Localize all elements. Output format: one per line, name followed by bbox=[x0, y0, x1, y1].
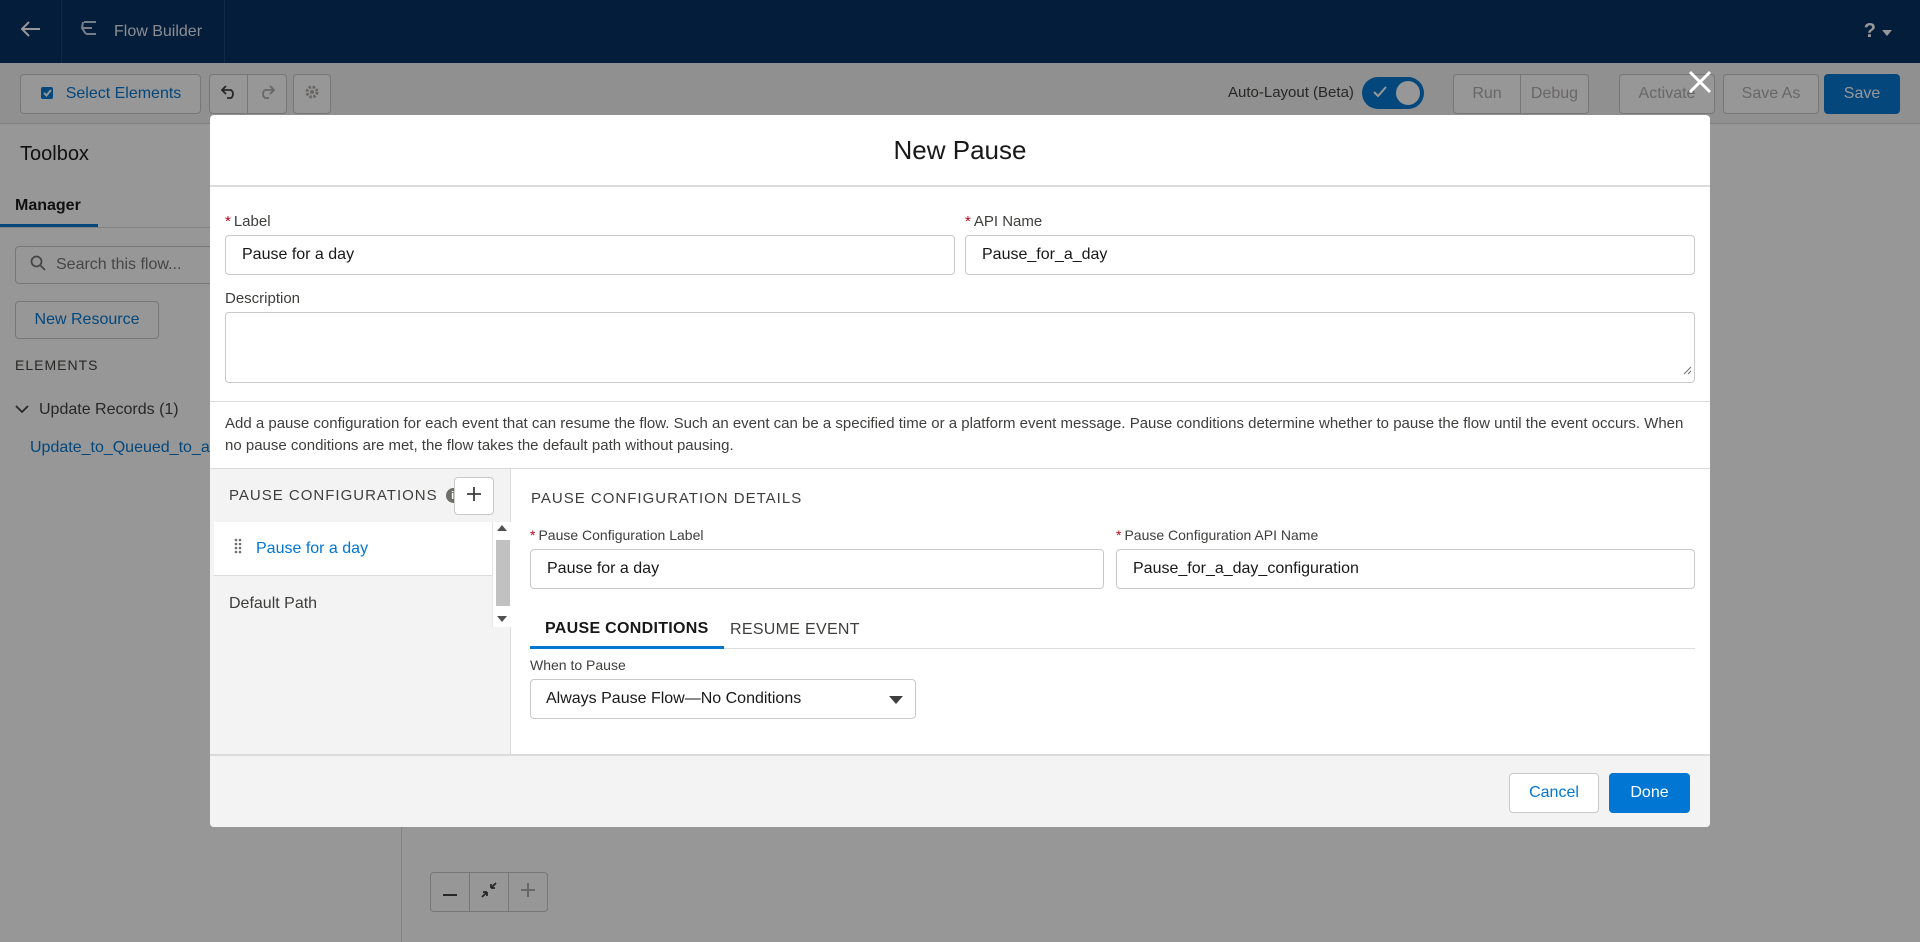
required-marker: * bbox=[965, 213, 971, 230]
required-marker: * bbox=[530, 527, 536, 543]
config-label-input[interactable]: Pause for a day bbox=[530, 549, 1104, 589]
tab-resume-event[interactable]: RESUME EVENT bbox=[730, 611, 860, 649]
api-name-input-value: Pause_for_a_day bbox=[982, 246, 1108, 263]
config-label-value: Pause for a day bbox=[547, 560, 660, 577]
plus-icon bbox=[466, 486, 482, 507]
configuration-item-label: Pause for a day bbox=[256, 539, 369, 557]
resize-grip-icon[interactable] bbox=[1682, 362, 1692, 380]
api-name-field-label: * API Name bbox=[965, 213, 1042, 230]
api-name-input[interactable]: Pause_for_a_day bbox=[965, 235, 1695, 275]
config-label-field-label: * Pause Configuration Label bbox=[530, 527, 703, 543]
required-marker: * bbox=[225, 213, 231, 230]
caret-down-icon bbox=[889, 696, 903, 704]
modal-header: New Pause bbox=[210, 115, 1710, 187]
drag-handle-icon[interactable] bbox=[234, 538, 242, 559]
label-field-label: * Label bbox=[225, 213, 271, 230]
tab-pause-conditions[interactable]: PAUSE CONDITIONS bbox=[530, 611, 724, 649]
default-path-item[interactable]: Default Path bbox=[229, 595, 317, 613]
required-marker: * bbox=[1116, 527, 1122, 543]
scroll-down-icon[interactable] bbox=[497, 616, 507, 622]
pause-tabs: PAUSE CONDITIONS RESUME EVENT bbox=[530, 611, 1695, 649]
label-input-value: Pause for a day bbox=[242, 246, 355, 263]
configuration-item[interactable]: Pause for a day bbox=[214, 522, 494, 576]
when-to-pause-value: Always Pause Flow—No Conditions bbox=[546, 690, 802, 707]
pause-help-text: Add a pause configuration for each event… bbox=[225, 415, 1684, 454]
new-pause-modal: New Pause * Label Pause for a day * API Na… bbox=[210, 115, 1710, 827]
description-textarea[interactable] bbox=[225, 312, 1695, 383]
modal-footer: Cancel Done bbox=[210, 754, 1710, 827]
config-api-input[interactable]: Pause_for_a_day_configuration bbox=[1116, 549, 1695, 589]
config-label-text: Pause Configuration Label bbox=[538, 527, 704, 543]
pause-configurations-heading: PAUSE CONFIGURATIONS i bbox=[229, 487, 461, 504]
when-to-pause-select[interactable]: Always Pause Flow—No Conditions bbox=[530, 679, 916, 719]
api-name-label-text: API Name bbox=[973, 213, 1043, 230]
config-api-label-text: Pause Configuration API Name bbox=[1124, 527, 1319, 543]
config-list-scrollbar[interactable] bbox=[492, 522, 511, 627]
close-icon bbox=[1688, 70, 1712, 99]
config-api-field-label: * Pause Configuration API Name bbox=[1116, 527, 1318, 543]
label-input[interactable]: Pause for a day bbox=[225, 235, 955, 275]
pause-configurations-title: PAUSE CONFIGURATIONS bbox=[229, 487, 438, 504]
scroll-thumb[interactable] bbox=[496, 540, 510, 606]
cancel-button[interactable]: Cancel bbox=[1509, 773, 1599, 813]
close-modal-button[interactable] bbox=[1684, 68, 1716, 100]
config-api-value: Pause_for_a_day_configuration bbox=[1133, 560, 1359, 577]
when-to-pause-label: When to Pause bbox=[530, 657, 626, 673]
configuration-details-heading: PAUSE CONFIGURATION DETAILS bbox=[531, 490, 803, 507]
scroll-up-icon[interactable] bbox=[497, 525, 507, 531]
modal-title: New Pause bbox=[893, 134, 1027, 165]
done-button[interactable]: Done bbox=[1609, 773, 1690, 813]
description-field-label: Description bbox=[225, 290, 301, 307]
add-configuration-button[interactable] bbox=[454, 477, 494, 515]
label-field-label-text: Label bbox=[233, 213, 271, 230]
section-divider bbox=[210, 401, 1710, 402]
